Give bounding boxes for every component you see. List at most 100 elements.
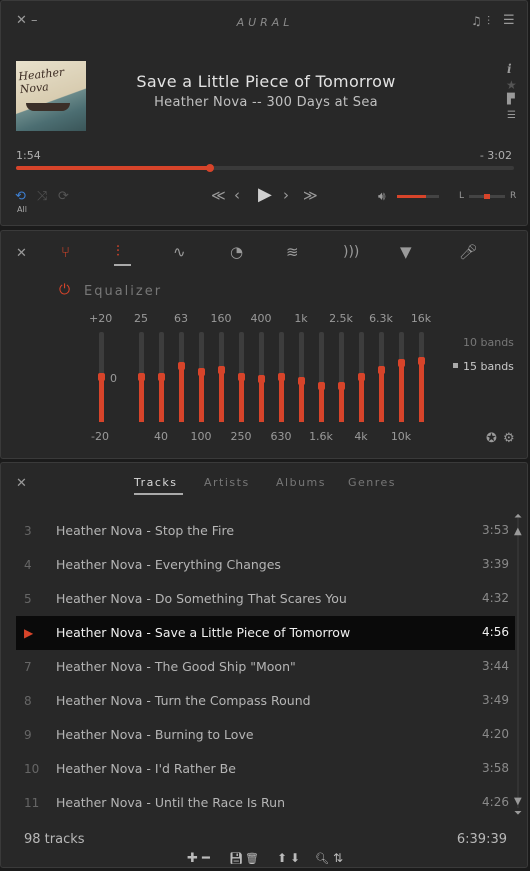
eq-band-slider-knob[interactable] [318, 382, 325, 390]
scroll-top-icon[interactable]: ⏶ [514, 512, 522, 522]
info-icon[interactable]: i [507, 63, 512, 75]
tab-genres[interactable]: Genres [348, 476, 396, 489]
track-row[interactable]: 8 Heather Nova - Turn the Compass Round 3:… [16, 684, 515, 718]
time-tab-icon[interactable]: ◔ [230, 245, 243, 260]
repeat-icon[interactable]: ⟲ [15, 190, 26, 203]
bands-15-option[interactable]: 15 bands [463, 360, 514, 373]
close-icon[interactable]: ✕ [16, 247, 27, 260]
lyrics-icon[interactable]: ☰ [507, 111, 516, 121]
eq-band-slider-knob[interactable] [418, 357, 425, 365]
next-icon[interactable]: › [283, 188, 289, 203]
total-duration: 6:39:39 [456, 832, 507, 847]
master-tab-icon[interactable]: ⑂ [61, 245, 70, 260]
eq-band-slider-knob[interactable] [378, 366, 385, 374]
eq-band-slider-knob[interactable] [238, 373, 245, 381]
bands-10-option[interactable]: 10 bands [463, 336, 514, 349]
search-icon[interactable]: 🔍︎ [315, 853, 329, 864]
eq-band-slider-knob[interactable] [218, 366, 225, 374]
recorder-tab-icon[interactable]: 🎤︎ [459, 245, 478, 260]
seek-knob[interactable] [206, 164, 215, 172]
filter-tab-icon[interactable]: ▼ [400, 245, 412, 260]
menu-icon[interactable]: ☰ [503, 14, 515, 27]
track-row[interactable]: ▶ Heather Nova - Save a Little Piece of T… [16, 616, 515, 650]
delay-tab-icon[interactable]: ))) [343, 245, 359, 259]
previous-icon[interactable]: ‹ [234, 188, 240, 203]
tab-artists[interactable]: Artists [204, 476, 250, 489]
eq-band-slider-knob[interactable] [138, 373, 145, 381]
eq-band-slider-knob[interactable] [198, 368, 205, 376]
eq-band-freq-label: 16k [410, 312, 432, 325]
add-icon[interactable]: ✚ [187, 852, 198, 865]
sort-icon[interactable]: ⇅ [333, 852, 343, 864]
eq-band-slider-knob[interactable] [178, 362, 185, 370]
eq-band-slider[interactable] [278, 332, 285, 422]
close-icon[interactable]: ✕ [16, 477, 27, 490]
star-icon[interactable]: ★ [506, 79, 517, 91]
track-row[interactable]: 7 Heather Nova - The Good Ship "Moon" 3:44 [16, 650, 515, 684]
delete-icon[interactable]: 🗑︎ [245, 853, 259, 864]
track-row[interactable]: 5 Heather Nova - Do Something That Scares… [16, 582, 515, 616]
master-gain-slider-knob[interactable] [98, 373, 105, 381]
tab-tracks[interactable]: Tracks [134, 476, 178, 489]
eq-band-slider[interactable] [158, 332, 165, 422]
eq-band-slider[interactable] [218, 332, 225, 422]
eq-band-slider[interactable] [178, 332, 185, 422]
eq-band-slider[interactable] [138, 332, 145, 422]
presets-icon[interactable]: ✪ [486, 432, 497, 445]
volume-icon[interactable]: 🔊︎ [378, 190, 386, 202]
save-icon[interactable]: 💾︎ [229, 853, 243, 864]
equalizer-toggle-icon[interactable]: ⫶ [487, 15, 490, 27]
fast-forward-icon[interactable]: ≫ [303, 189, 318, 203]
eq-band-slider-knob[interactable] [258, 375, 265, 383]
eq-band-slider[interactable] [338, 332, 345, 422]
master-gain-slider[interactable] [98, 332, 105, 422]
shuffle-icon[interactable]: ⤨ [37, 190, 47, 203]
move-down-icon[interactable]: ⬇ [290, 852, 300, 864]
pitch-tab-icon[interactable]: ∿ [173, 245, 186, 260]
eq-band-slider-knob[interactable] [398, 359, 405, 367]
settings-icon[interactable]: ⚙ [503, 432, 515, 445]
eq-band-slider[interactable] [198, 332, 205, 422]
play-icon[interactable]: ▶ [258, 186, 272, 204]
balance-knob[interactable] [484, 194, 490, 199]
eq-band-slider-knob[interactable] [358, 373, 365, 381]
eq-band-slider[interactable] [238, 332, 245, 422]
track-row[interactable]: 4 Heather Nova - Everything Changes 3:39 [16, 548, 515, 582]
eq-band-slider-fill [279, 377, 284, 422]
track-row[interactable]: 11 Heather Nova - Until the Race Is Run 4:… [16, 786, 515, 820]
eq-band-slider-knob[interactable] [338, 382, 345, 390]
track-row[interactable]: 10 Heather Nova - I'd Rather Be 3:58 [16, 752, 515, 786]
playlist-icon[interactable]: ♫ [471, 15, 482, 27]
scroll-up-icon[interactable]: ▲ [514, 527, 522, 537]
list-scrollbar[interactable] [517, 518, 519, 808]
volume-slider[interactable] [397, 195, 439, 198]
bookmark-icon[interactable]: ▛ [507, 95, 515, 105]
eq-band-slider[interactable] [378, 332, 385, 422]
eq-band-slider[interactable] [398, 332, 405, 422]
equalizer-tab-icon[interactable]: ⫶ [116, 244, 120, 259]
eq-band-slider[interactable] [298, 332, 305, 422]
seek-bar[interactable] [16, 164, 514, 172]
scroll-down-icon[interactable]: ▼ [514, 797, 522, 807]
eq-band-slider-knob[interactable] [278, 373, 285, 381]
eq-band-slider[interactable] [418, 332, 425, 422]
move-up-icon[interactable]: ⬆ [277, 852, 287, 864]
eq-band-slider[interactable] [358, 332, 365, 422]
eq-band-slider[interactable] [258, 332, 265, 422]
eq-band-slider-knob[interactable] [298, 377, 305, 385]
eq-band-slider[interactable] [318, 332, 325, 422]
balance-slider[interactable] [469, 194, 505, 199]
eq-band-slider-fill [319, 386, 324, 422]
scroll-bottom-icon[interactable]: ⏷ [514, 809, 522, 819]
gain-min-label: -20 [91, 430, 109, 443]
loop-icon[interactable]: ⟳ [58, 190, 69, 203]
track-row[interactable]: 3 Heather Nova - Stop the Fire 3:53 [16, 514, 515, 548]
track-row[interactable]: 9 Heather Nova - Burning to Love 4:20 [16, 718, 515, 752]
tab-albums[interactable]: Albums [276, 476, 326, 489]
remove-icon[interactable]: ━ [202, 852, 210, 865]
power-icon[interactable]: ⏻ [59, 283, 70, 297]
rewind-icon[interactable]: ≪ [211, 189, 226, 203]
reverb-tab-icon[interactable]: ≋ [286, 245, 299, 260]
balance-left-label: L [459, 191, 465, 201]
eq-band-slider-knob[interactable] [158, 373, 165, 381]
